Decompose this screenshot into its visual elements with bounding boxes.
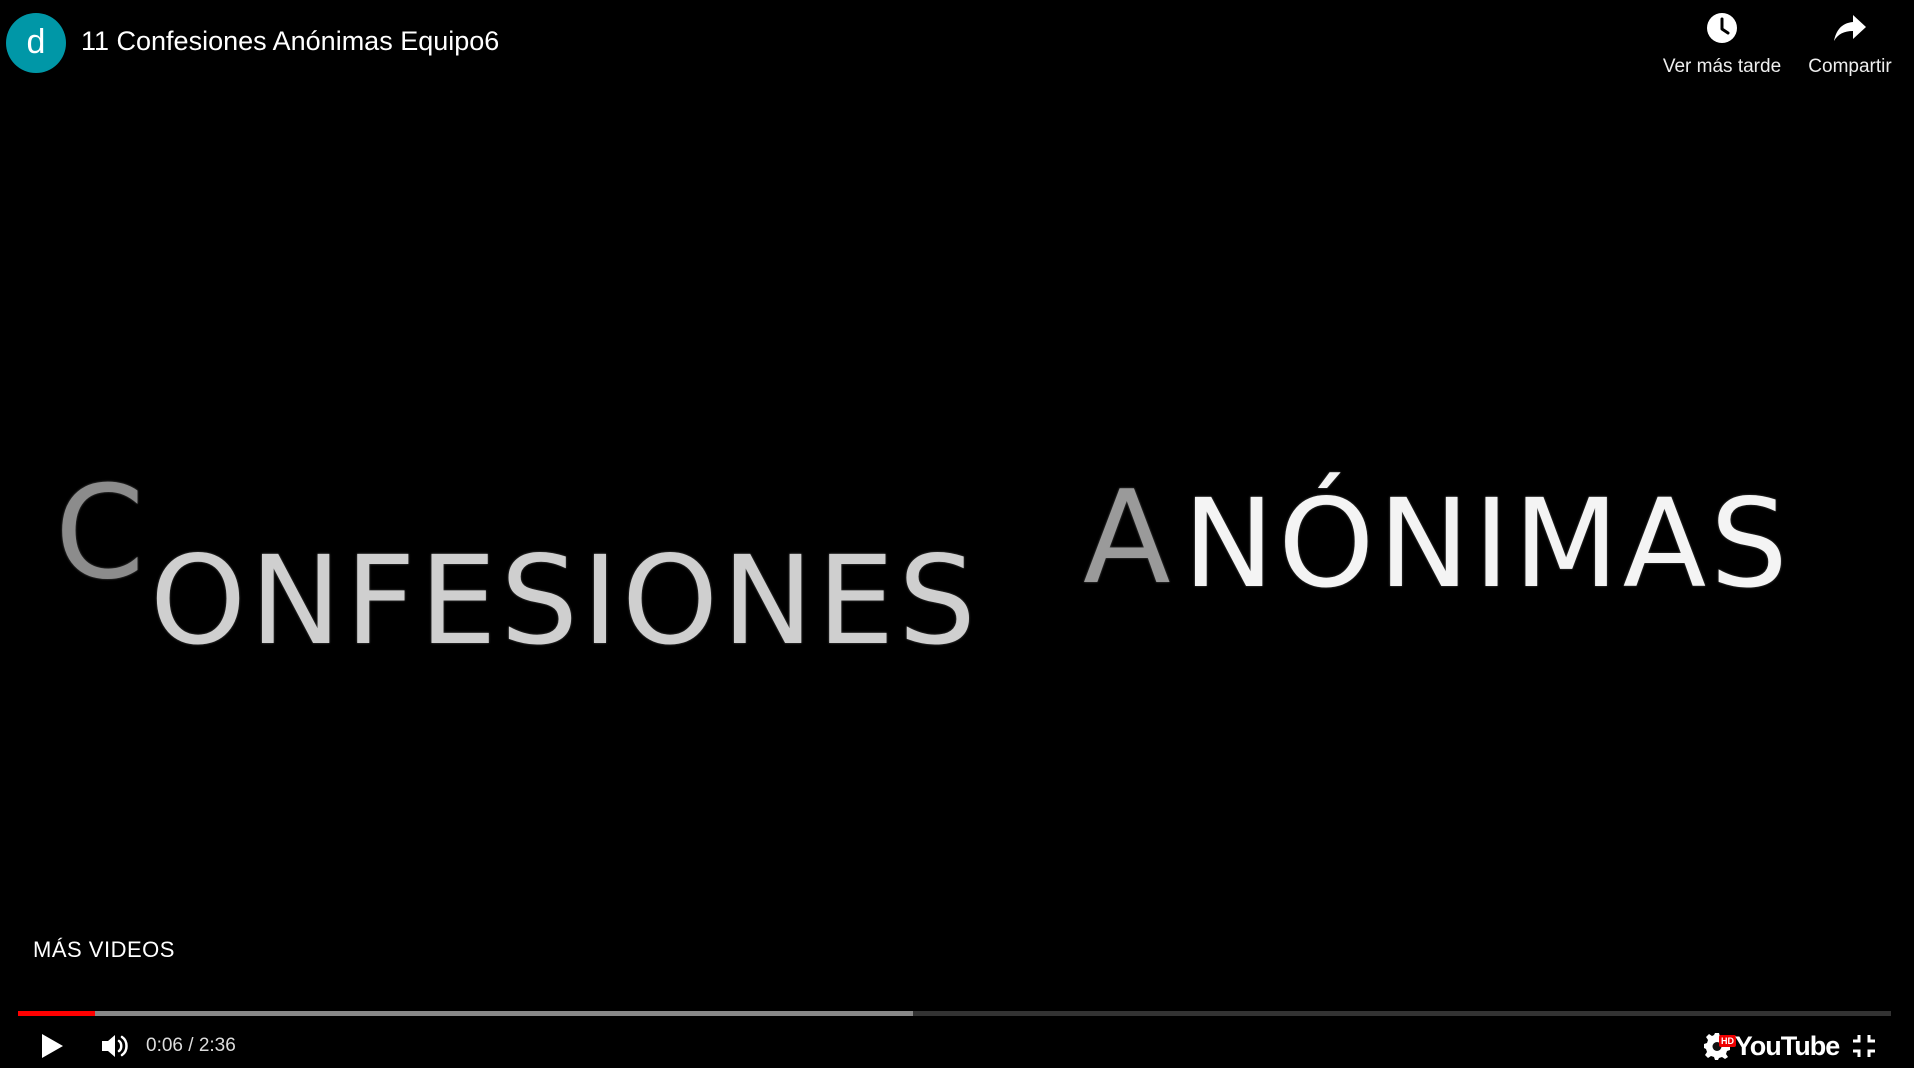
hd-badge: HD [1719,1035,1736,1047]
title-card-word2-initial: A [1083,464,1171,613]
share-label: Compartir [1808,56,1892,77]
clock-icon [1707,13,1737,43]
title-card: C ONFESIONES A NÓNIMAS [55,470,1855,690]
fullscreen-exit-button[interactable] [1844,1024,1884,1068]
video-title-link[interactable]: 11 Confesiones Anónimas Equipo6 [81,26,499,57]
youtube-logo-link[interactable]: YouTube [1735,1024,1840,1068]
title-card-word1-initial: C [55,459,145,608]
video-frame[interactable]: C ONFESIONES A NÓNIMAS [0,0,1914,1068]
watch-later-button[interactable]: Ver más tarde [1652,6,1792,78]
player-controls: 0:06 / 2:36 HD YouTube [0,1024,1914,1068]
progress-played [18,1011,95,1016]
fullscreen-exit-icon [1853,1035,1875,1057]
progress-buffered [18,1011,914,1016]
progress-bar[interactable] [18,1011,1891,1016]
top-bar: d 11 Confesiones Anónimas Equipo6 Ver má… [0,0,1914,100]
share-arrow-icon [1834,15,1866,41]
more-videos-button[interactable]: MÁS VIDEOS [33,937,175,963]
play-icon [42,1034,63,1058]
watch-later-label: Ver más tarde [1662,56,1782,77]
time-display: 0:06 / 2:36 [146,1035,236,1056]
share-button[interactable]: Compartir [1796,6,1904,78]
channel-avatar[interactable]: d [6,13,66,73]
volume-icon [102,1035,128,1057]
volume-button[interactable] [92,1024,140,1068]
title-card-word2-rest: NÓNIMAS [1183,473,1792,615]
title-card-word1-rest: ONFESIONES [150,530,980,672]
play-button[interactable] [30,1024,74,1068]
